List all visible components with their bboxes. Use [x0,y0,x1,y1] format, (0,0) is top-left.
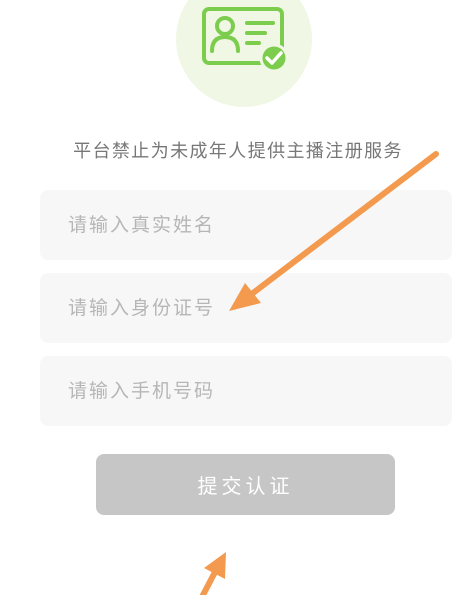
id-number-field[interactable] [40,273,452,343]
underage-notice-text: 平台禁止为未成年人提供主播注册服务 [73,141,403,162]
id-number-input[interactable] [40,273,452,343]
phone-number-input[interactable] [40,356,452,426]
id-card-verified-icon [202,7,289,73]
real-name-field[interactable] [40,190,452,260]
identity-verification-page: 平台禁止为未成年人提供主播注册服务 提交认证 [0,0,476,595]
submit-verification-button[interactable]: 提交认证 [96,454,395,515]
phone-number-field[interactable] [40,356,452,426]
real-name-input[interactable] [40,190,452,260]
arrow-to-submit-button [200,552,226,595]
